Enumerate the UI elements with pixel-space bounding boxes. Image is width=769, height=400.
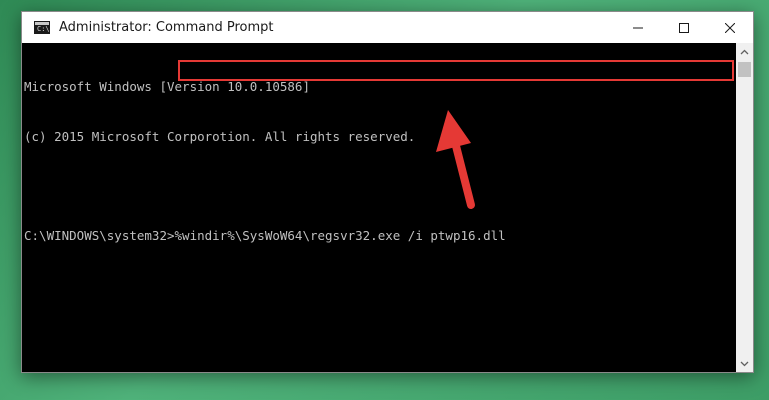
vertical-scrollbar[interactable] (736, 43, 753, 372)
chevron-down-icon (740, 361, 749, 366)
scroll-thumb[interactable] (738, 62, 751, 77)
chevron-up-icon (740, 49, 749, 54)
command-prompt-window: C:\ Administrator: Command Prompt Micros… (21, 11, 754, 373)
scroll-down-button[interactable] (736, 355, 753, 372)
red-arrow-icon (436, 110, 475, 209)
scroll-up-button[interactable] (736, 43, 753, 60)
